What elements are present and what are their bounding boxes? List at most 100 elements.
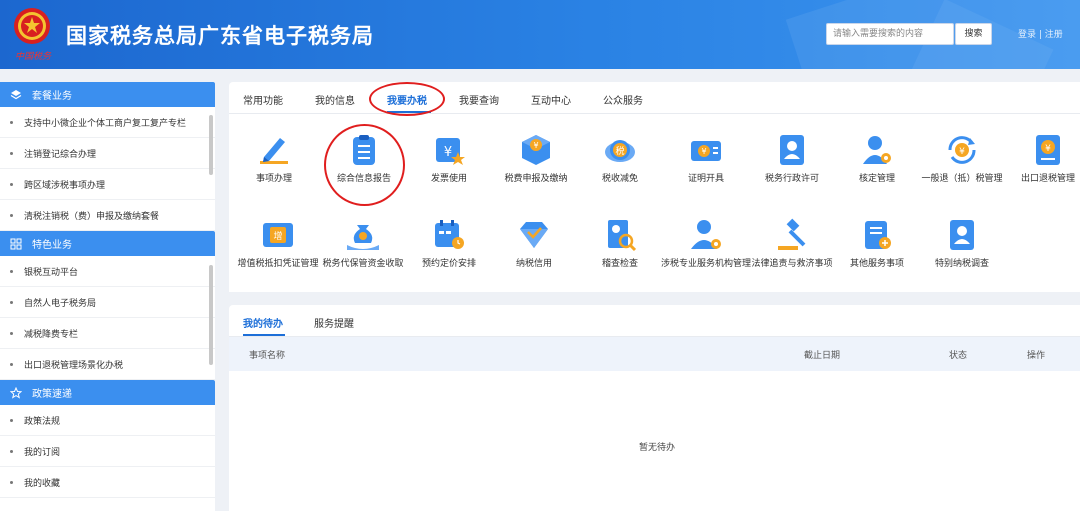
todo-tabs: 我的待办 服务提醒 <box>229 305 1080 337</box>
sidebar-item[interactable]: 我的订阅 <box>0 436 215 467</box>
func-label: 纳税信用 <box>515 259 552 269</box>
func-item[interactable]: 核定管理 <box>832 132 922 185</box>
sidebar-item[interactable]: 银税互动平台 <box>0 256 215 287</box>
sidebar-item[interactable]: 注销登记综合办理 <box>0 138 215 169</box>
sidebar-item[interactable]: 自然人电子税务局 <box>0 287 215 318</box>
func-item[interactable]: ¥ 一般退（抵）税管理 <box>917 132 1007 185</box>
functions-card: 常用功能 我的信息 我要办税 我要查询 互动中心 公众服务 事项办理 综合信息报… <box>229 82 1080 292</box>
active-tab-indicator <box>243 334 285 336</box>
bullet-icon <box>10 269 13 273</box>
pen-icon <box>260 138 288 164</box>
bullet-icon <box>10 300 13 304</box>
calendar-icon <box>435 220 464 249</box>
sidebar-item-label: 出口退税管理场景化办税 <box>24 360 124 371</box>
func-item[interactable]: 稽查检查 <box>575 217 665 270</box>
func-label: 税务行政许可 <box>764 174 819 184</box>
sidebar-item[interactable]: 政策法规 <box>0 405 215 436</box>
empty-state-text: 暂无待办 <box>639 443 676 453</box>
gavel-icon <box>778 218 806 250</box>
main-tabs: 常用功能 我的信息 我要办税 我要查询 互动中心 公众服务 <box>229 82 1080 116</box>
money-bag-icon <box>347 225 379 250</box>
func-item[interactable]: 法律追责与救济事项 <box>747 217 837 270</box>
sidebar-item-label: 跨区域涉税事项办理 <box>24 180 106 191</box>
func-label: 发票使用 <box>430 174 467 184</box>
func-item[interactable]: 纳税信用 <box>489 217 579 270</box>
func-label: 核定管理 <box>858 174 895 184</box>
func-item[interactable]: 特别纳税调查 <box>917 217 1007 270</box>
func-item[interactable]: 增 增值税抵扣凭证管理 <box>233 217 323 270</box>
search-button[interactable]: 搜索 <box>955 23 992 45</box>
column-header: 事项名称 <box>249 351 286 361</box>
sidebar-item[interactable]: 支持中小微企业个体工商户复工复产专栏 <box>0 107 215 138</box>
tab-public-service[interactable]: 公众服务 <box>603 92 643 107</box>
sidebar-section-packages[interactable]: 套餐业务 <box>0 82 215 107</box>
func-item[interactable]: ¥ 发票使用 <box>404 132 494 185</box>
func-item[interactable]: 预约定价安排 <box>404 217 494 270</box>
tab-my-todo[interactable]: 我的待办 <box>243 315 283 330</box>
sidebar-item-label: 支持中小微企业个体工商户复工复产专栏 <box>24 118 187 129</box>
diamond-check-icon <box>520 222 548 248</box>
search-input[interactable]: 请输入需要搜索的内容 <box>826 23 954 45</box>
bullet-icon <box>10 213 13 217</box>
func-item[interactable]: 涉税专业服务机构管理 <box>661 217 751 270</box>
svg-text:¥: ¥ <box>701 147 706 156</box>
func-item[interactable]: ¥ 出口退税管理 <box>1003 132 1080 185</box>
special-survey-icon <box>950 220 974 250</box>
bullet-icon <box>10 418 13 422</box>
func-item[interactable]: 事项办理 <box>229 132 319 185</box>
sidebar-item-label: 减税降费专栏 <box>24 329 79 340</box>
func-label: 其他服务事项 <box>849 259 904 269</box>
func-item[interactable]: 税 税收减免 <box>575 132 665 185</box>
sidebar-item-label: 清税注销税（费）申报及缴纳套餐 <box>24 211 160 222</box>
sidebar-section-featured[interactable]: 特色业务 <box>0 231 215 256</box>
emblem-text: 中国税务 <box>14 52 51 62</box>
annotation-circle <box>324 124 405 206</box>
func-item[interactable]: ¥ 证明开具 <box>661 132 751 185</box>
sidebar-section-policy[interactable]: 政策速递 <box>0 380 215 405</box>
svg-text:¥: ¥ <box>533 141 538 150</box>
func-label: 一般退（抵）税管理 <box>921 174 1003 184</box>
refund-icon: ¥ <box>948 136 976 164</box>
certificate-icon: ¥ <box>691 141 721 161</box>
sidebar-section-title: 政策速递 <box>32 389 72 400</box>
site-title: 国家税务总局广东省电子税务局 <box>66 24 374 48</box>
tab-my-info[interactable]: 我的信息 <box>315 92 355 107</box>
other-service-icon <box>865 221 891 249</box>
func-label: 税收减免 <box>601 174 638 184</box>
column-header: 截止日期 <box>804 351 841 361</box>
svg-text:税: 税 <box>615 145 624 157</box>
tab-interaction[interactable]: 互动中心 <box>531 92 571 107</box>
scrollbar[interactable] <box>209 265 213 365</box>
func-label: 税费申报及缴纳 <box>504 174 568 184</box>
license-icon <box>780 135 804 165</box>
sidebar-item-label: 注销登记综合办理 <box>24 149 97 160</box>
func-item[interactable]: ¥ 税费申报及缴纳 <box>491 132 581 185</box>
func-label: 出口退税管理 <box>1020 174 1075 184</box>
tab-service-reminder[interactable]: 服务提醒 <box>314 315 354 330</box>
sidebar-item[interactable]: 减税降费专栏 <box>0 318 215 349</box>
tab-query[interactable]: 我要查询 <box>459 92 499 107</box>
bullet-icon <box>10 449 13 453</box>
func-item[interactable]: 税务代保管资金收取 <box>318 217 408 270</box>
tab-common[interactable]: 常用功能 <box>243 92 283 107</box>
sidebar-section-title: 套餐业务 <box>32 91 72 102</box>
sidebar-item[interactable]: 出口退税管理场景化办税 <box>0 349 215 380</box>
sidebar-item-label: 政策法规 <box>24 416 61 427</box>
login-link[interactable]: 登录 | 注册 <box>1018 27 1063 40</box>
func-item[interactable]: 其他服务事项 <box>832 217 922 270</box>
func-label: 税务代保管资金收取 <box>322 259 404 269</box>
func-label: 特别纳税调查 <box>934 259 989 269</box>
func-label: 稽查检查 <box>601 259 638 269</box>
column-header: 操作 <box>1027 351 1046 361</box>
sidebar-item[interactable]: 清税注销税（费）申报及缴纳套餐 <box>0 200 215 231</box>
layers-icon <box>10 89 22 101</box>
scrollbar[interactable] <box>209 115 213 175</box>
annotation-circle <box>369 82 445 116</box>
national-emblem-icon <box>14 8 50 44</box>
func-label: 涉税专业服务机构管理 <box>661 259 752 269</box>
inspect-icon <box>608 220 637 252</box>
func-item[interactable]: 税务行政许可 <box>747 132 837 185</box>
svg-text:增: 增 <box>273 230 282 242</box>
sidebar-item[interactable]: 跨区域涉税事项办理 <box>0 169 215 200</box>
sidebar-item[interactable]: 我的收藏 <box>0 467 215 498</box>
